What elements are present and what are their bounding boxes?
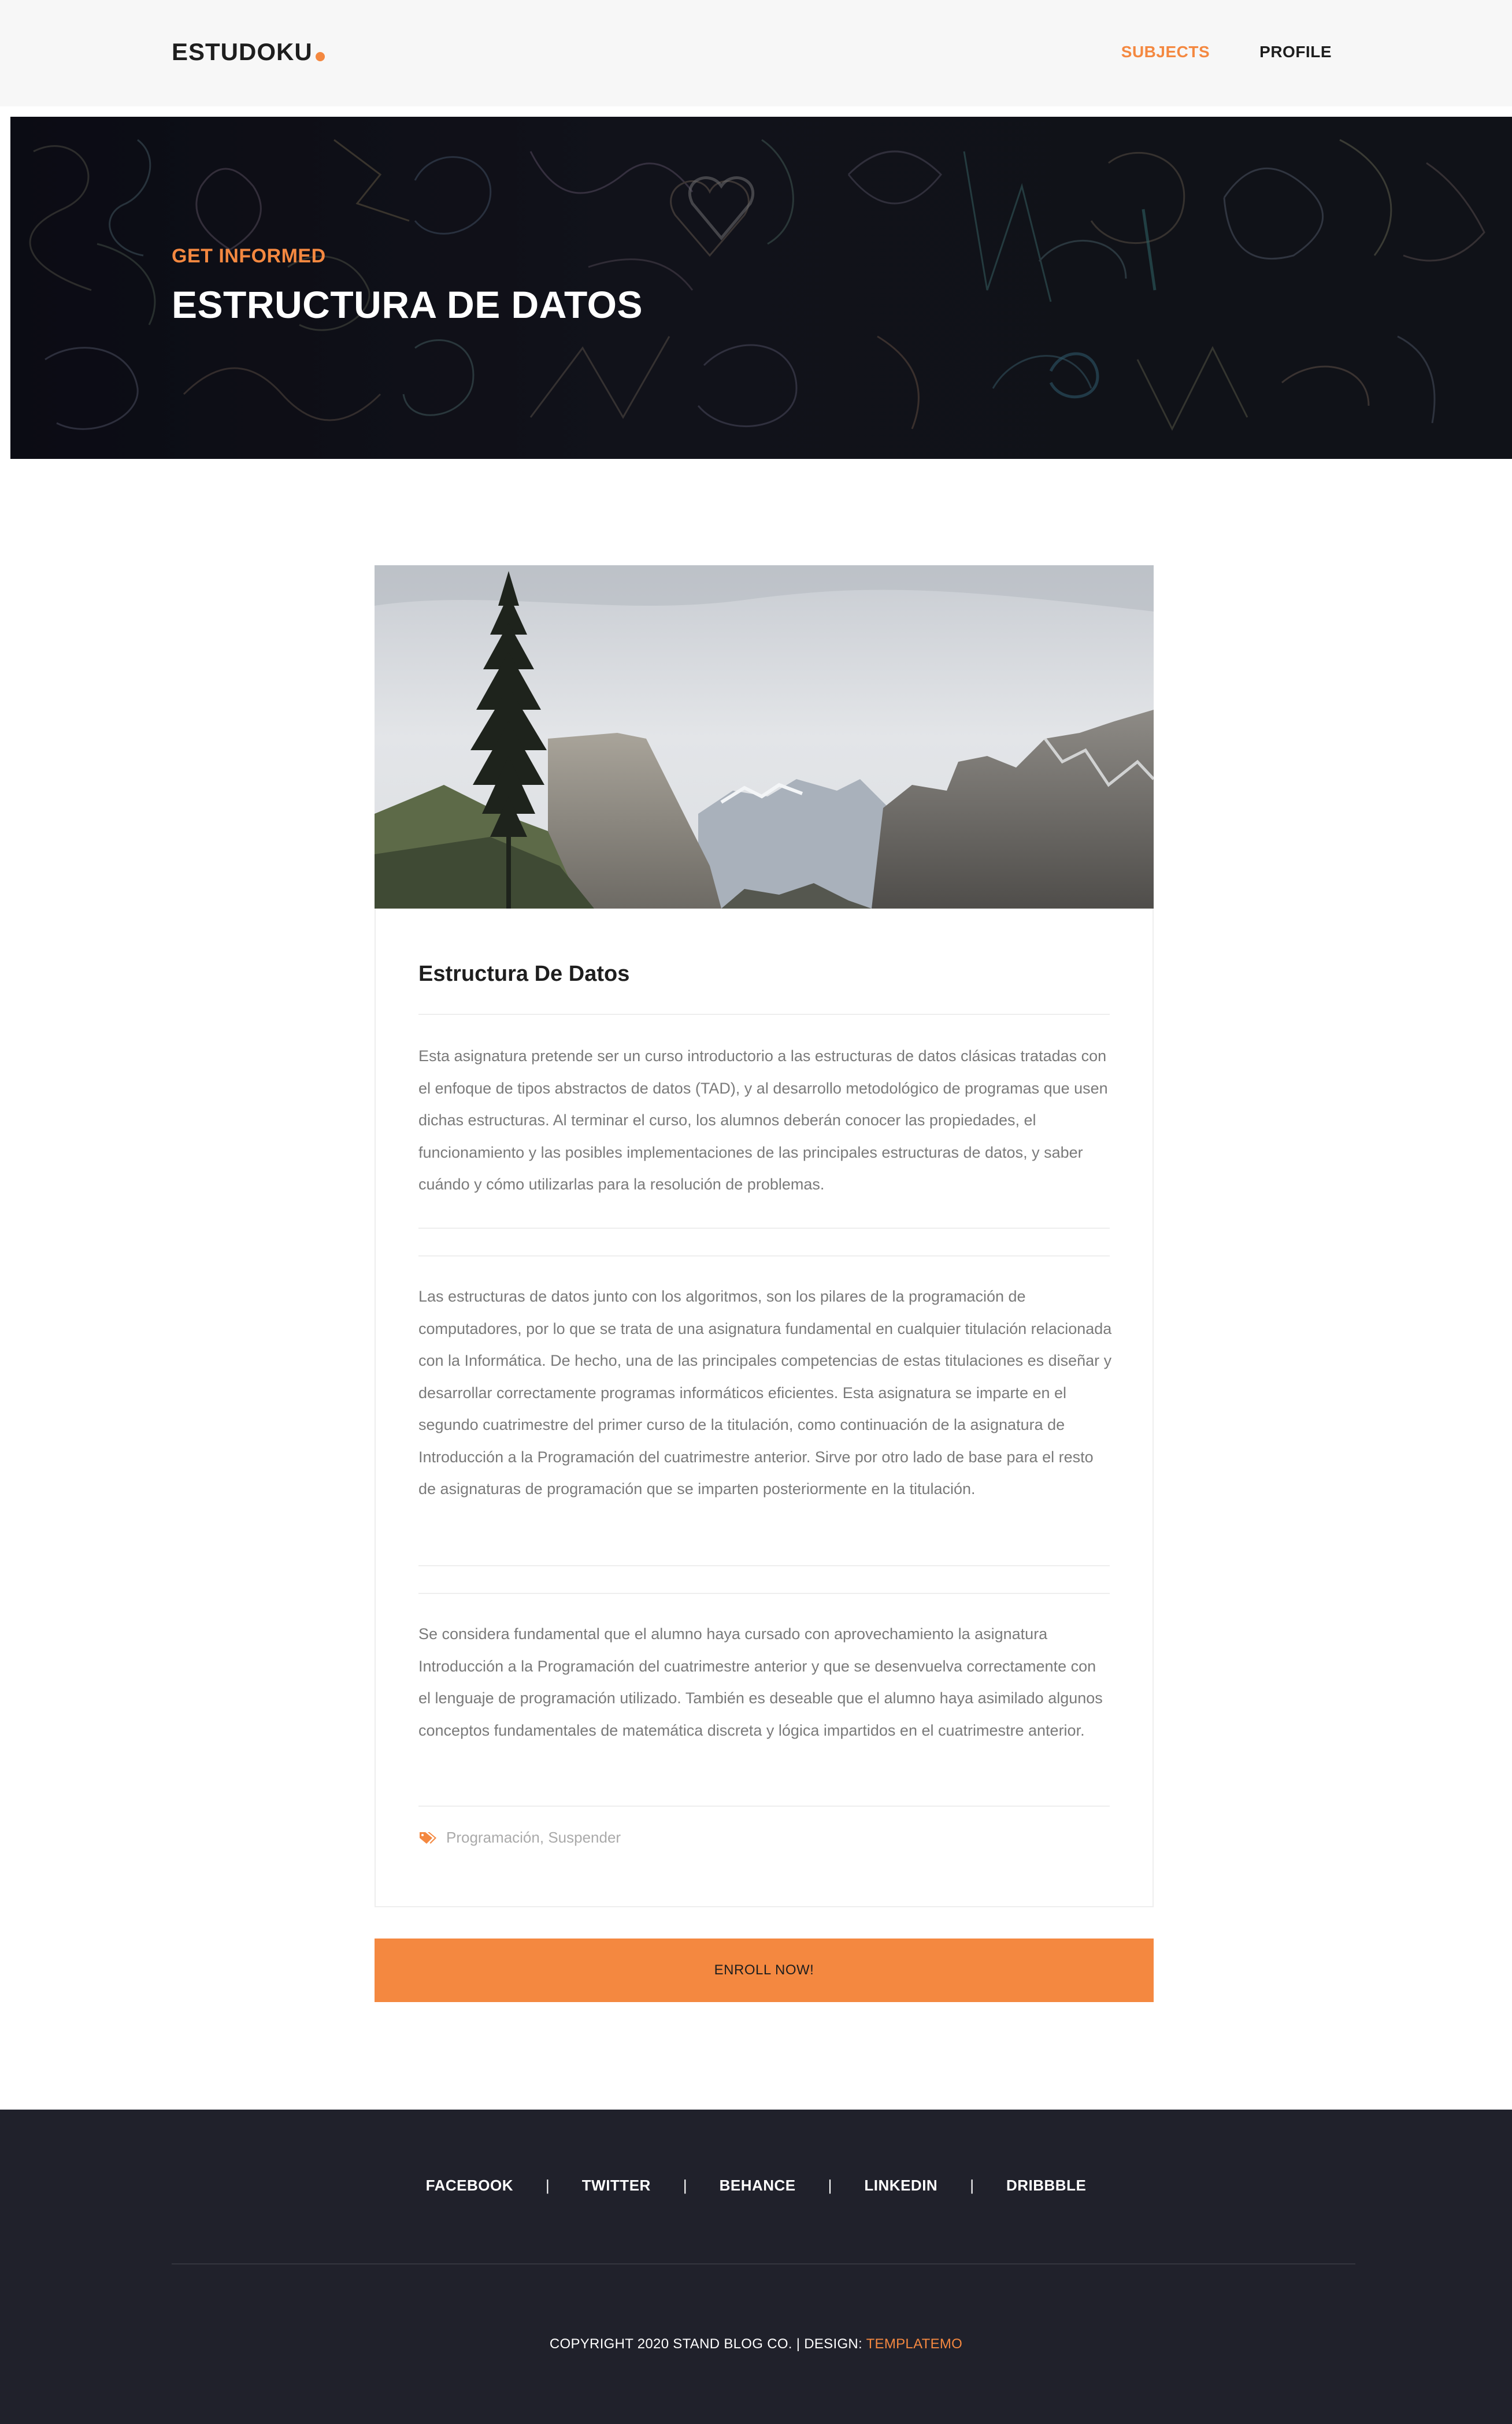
post-divider	[418, 1014, 1110, 1015]
mountain-landscape-image	[375, 565, 1154, 909]
tag-link[interactable]: Suspender	[548, 1829, 621, 1847]
linkedin-link[interactable]: LINKEDIN	[864, 2177, 937, 2195]
post-divider	[418, 1593, 1110, 1594]
dribbble-link[interactable]: DRIBBBLE	[1006, 2177, 1086, 2195]
post-divider	[418, 1565, 1110, 1566]
twitter-link[interactable]: TWITTER	[582, 2177, 651, 2195]
social-separator: |	[828, 2177, 832, 2194]
hero-title: ESTRUCTURA DE DATOS	[172, 283, 643, 326]
templatemo-link[interactable]: TEMPLATEMO	[866, 2336, 963, 2352]
tag-separator: ,	[539, 1829, 549, 1846]
hero-kicker: GET INFORMED	[172, 245, 326, 267]
post-title: Estructura De Datos	[418, 962, 630, 986]
site-logo[interactable]: ESTUDOKU	[172, 38, 325, 66]
post-divider	[418, 1806, 1110, 1807]
tag-link[interactable]: Programación	[446, 1829, 540, 1847]
site-footer: FACEBOOK | TWITTER | BEHANCE | LINKEDIN …	[0, 2110, 1512, 2424]
post-tags: Programación , Suspender	[418, 1829, 621, 1847]
post-divider	[418, 1255, 1110, 1257]
social-separator: |	[546, 2177, 550, 2194]
social-separator: |	[683, 2177, 687, 2194]
post-image	[375, 565, 1154, 909]
facebook-link[interactable]: FACEBOOK	[426, 2177, 513, 2195]
behance-link[interactable]: BEHANCE	[720, 2177, 796, 2195]
enroll-now-button[interactable]: ENROLL NOW!	[375, 1939, 1154, 2002]
hero-banner: GET INFORMED ESTRUCTURA DE DATOS	[10, 117, 1512, 459]
post-paragraph-1: Esta asignatura pretende ser un curso in…	[418, 1047, 1108, 1193]
post-card: Estructura De Datos Esta asignatura pret…	[375, 565, 1154, 1907]
nav-profile-link[interactable]: PROFILE	[1259, 43, 1332, 61]
social-separator: |	[970, 2177, 974, 2194]
site-header: ESTUDOKU SUBJECTS PROFILE	[0, 0, 1512, 106]
social-links: FACEBOOK | TWITTER | BEHANCE | LINKEDIN …	[0, 2177, 1512, 2195]
post-paragraph-3: Se considera fundamental que el alumno h…	[418, 1625, 1103, 1739]
post-paragraph-2: Las estructuras de datos junto con los a…	[418, 1288, 1112, 1498]
footer-divider	[172, 2263, 1355, 2264]
copyright-text: COPYRIGHT 2020 STAND BLOG CO. | DESIGN: …	[0, 2336, 1512, 2352]
main-nav: SUBJECTS PROFILE	[1121, 43, 1332, 61]
nav-subjects-link[interactable]: SUBJECTS	[1121, 43, 1210, 61]
post-divider	[418, 1228, 1110, 1229]
tags-icon	[420, 1832, 436, 1844]
logo-text[interactable]: ESTUDOKU	[172, 38, 313, 65]
copyright-label: COPYRIGHT 2020 STAND BLOG CO. | DESIGN:	[549, 2336, 866, 2352]
logo-dot-icon	[315, 52, 325, 61]
